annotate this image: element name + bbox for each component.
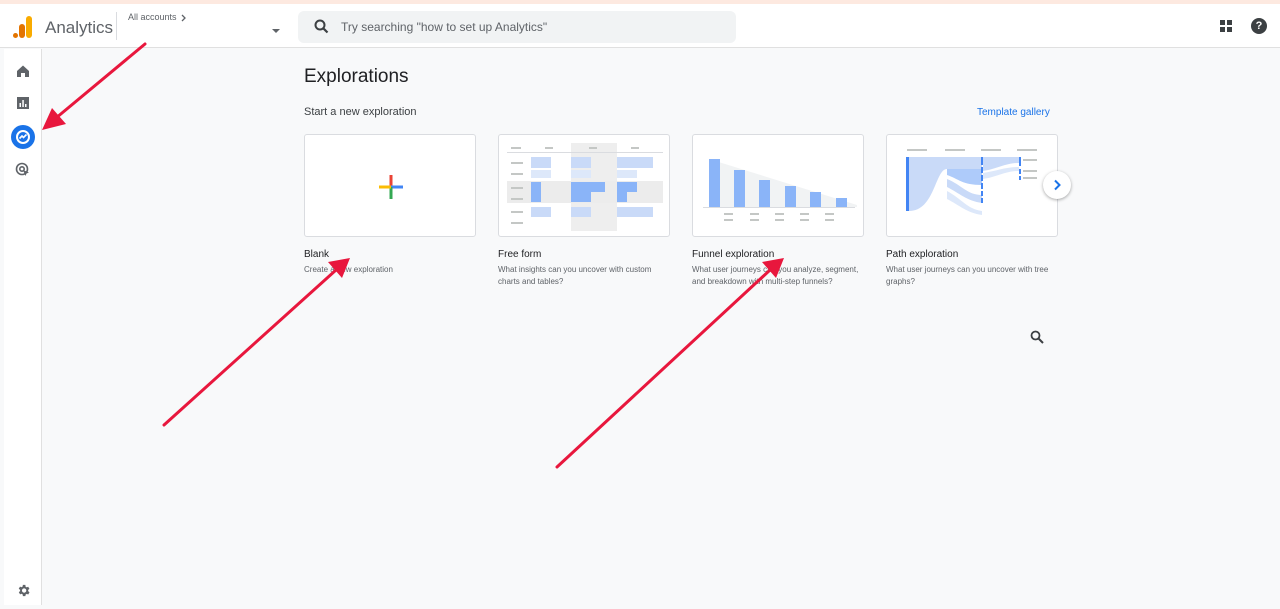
path-thumbnail [906,149,1037,215]
funnel-exploration-card[interactable] [692,134,864,237]
accounts-breadcrumb-label: All accounts [128,12,177,22]
funnel-card-description: What user journeys can you analyze, segm… [692,265,859,286]
home-icon[interactable] [11,59,35,83]
explore-icon[interactable] [11,125,35,149]
blank-card-description: Create a new exploration [304,265,393,274]
annotation-arrow-funnel [555,258,784,469]
chevron-right-icon [181,14,186,22]
template-gallery-link[interactable]: Template gallery [977,107,1050,118]
left-nav-sidebar [4,49,42,605]
account-dropdown-caret-icon[interactable] [272,29,280,33]
free-form-card[interactable] [498,134,670,237]
free-form-card-description: What insights can you uncover with custo… [498,265,652,286]
help-icon[interactable]: ? [1251,18,1267,34]
apps-grid-icon[interactable] [1220,20,1232,32]
annotation-arrow-sidebar [42,42,147,130]
search-bar[interactable]: Try searching "how to set up Analytics" [298,11,736,43]
reports-icon[interactable] [11,91,35,115]
path-exploration-card[interactable] [886,134,1058,237]
annotation-arrows [42,42,784,469]
chevron-right-icon [1054,179,1061,191]
page-title: Explorations [304,66,409,87]
free-form-card-title[interactable]: Free form [498,249,541,260]
advertising-icon[interactable] [11,158,35,182]
analytics-logo-icon[interactable] [13,16,33,38]
funnel-thumbnail [703,159,857,221]
funnel-card-title[interactable]: Funnel exploration [692,249,774,260]
plus-icon [379,175,403,199]
search-icon [314,19,329,34]
top-app-bar: Analytics All accounts Try searching "ho… [0,4,1280,48]
path-card-description: What user journeys can you uncover with … [886,265,1049,286]
settings-gear-icon[interactable] [16,583,31,603]
accounts-breadcrumb[interactable]: All accounts [128,12,187,22]
section-subtitle: Start a new exploration [304,106,417,118]
path-card-title[interactable]: Path exploration [886,249,958,260]
next-templates-button[interactable] [1043,171,1071,199]
search-placeholder: Try searching "how to set up Analytics" [341,20,548,34]
annotation-arrow-blank [162,258,350,427]
free-form-thumbnail [507,143,663,231]
app-name[interactable]: Analytics [45,18,113,38]
magnifier-icon[interactable] [1030,330,1044,349]
blank-card-title[interactable]: Blank [304,249,329,260]
blank-exploration-card[interactable] [304,134,476,237]
header-divider [116,12,117,40]
